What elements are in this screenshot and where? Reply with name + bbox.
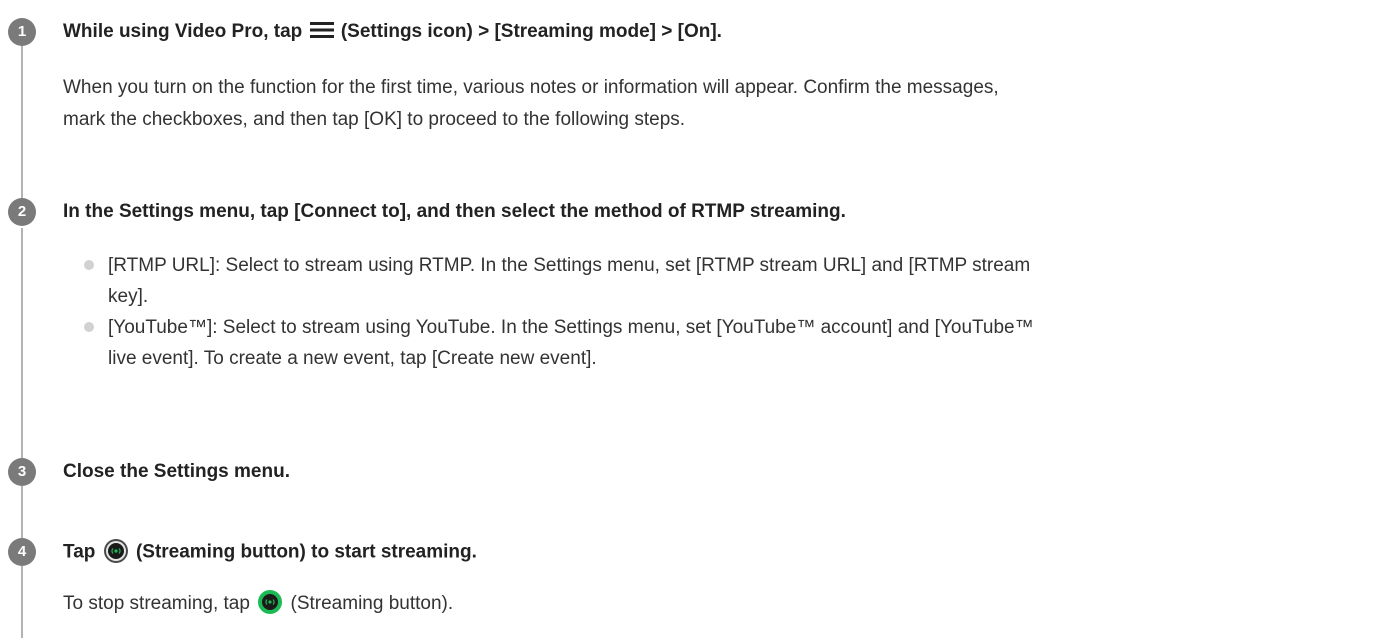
step-1-body-line-1: When you turn on the function for the fi… (63, 77, 999, 98)
step-1-title-post: (Settings icon) > [Streaming mode] > [On… (340, 21, 722, 42)
step-number-3: 3 (8, 458, 36, 486)
step-4-title: Tap (Streaming button) to start streamin… (63, 538, 1365, 567)
help-page: 1 While using Video Pro, tap (Settings i… (0, 0, 1385, 638)
step-3-title: Close the Settings menu. (63, 461, 290, 482)
step-4-body-post: (Streaming button). (290, 593, 454, 614)
bullet-2-line-1: [YouTube™]: Select to stream using YouTu… (108, 317, 1034, 338)
step-4-title-post: (Streaming button) to start streaming. (135, 541, 477, 563)
bullet-icon (84, 322, 94, 332)
bullet-2-line-2: live event]. To create a new event, tap … (108, 348, 597, 369)
list-item: [YouTube™]: Select to stream using YouTu… (84, 312, 1363, 374)
step-1-title-pre: While using Video Pro, tap (63, 21, 303, 42)
bullet-1-line-1: [RTMP URL]: Select to stream using RTMP.… (108, 255, 1031, 276)
step-number-1: 1 (8, 18, 36, 46)
list-item: [RTMP URL]: Select to stream using RTMP.… (84, 250, 1363, 312)
step-4-body: To stop streaming, tap (Streaming button… (63, 588, 1365, 620)
menu-icon (309, 22, 334, 39)
step-connector-line (21, 566, 23, 638)
step-1-title: While using Video Pro, tap (Settings ico… (63, 18, 1365, 46)
bullet-icon (84, 260, 94, 270)
step-2-title: In the Settings menu, tap [Connect to], … (63, 201, 846, 222)
streaming-button-icon (103, 539, 128, 563)
step-number-4: 4 (8, 538, 36, 566)
step-2-bullet-list: [RTMP URL]: Select to stream using RTMP.… (84, 250, 1363, 374)
bullet-1-line-2: key]. (108, 286, 149, 307)
step-1-body: When you turn on the function for the fi… (63, 72, 1365, 136)
step-connector-line (21, 18, 23, 206)
step-4-title-pre: Tap (63, 541, 96, 563)
step-4-body-pre: To stop streaming, tap (63, 593, 250, 614)
streaming-button-active-icon (258, 590, 283, 615)
step-1-body-line-2: mark the checkboxes, and then tap [OK] t… (63, 109, 686, 130)
step-number-2: 2 (8, 198, 36, 226)
step-connector-line (21, 228, 23, 464)
step-connector-line (21, 486, 23, 544)
